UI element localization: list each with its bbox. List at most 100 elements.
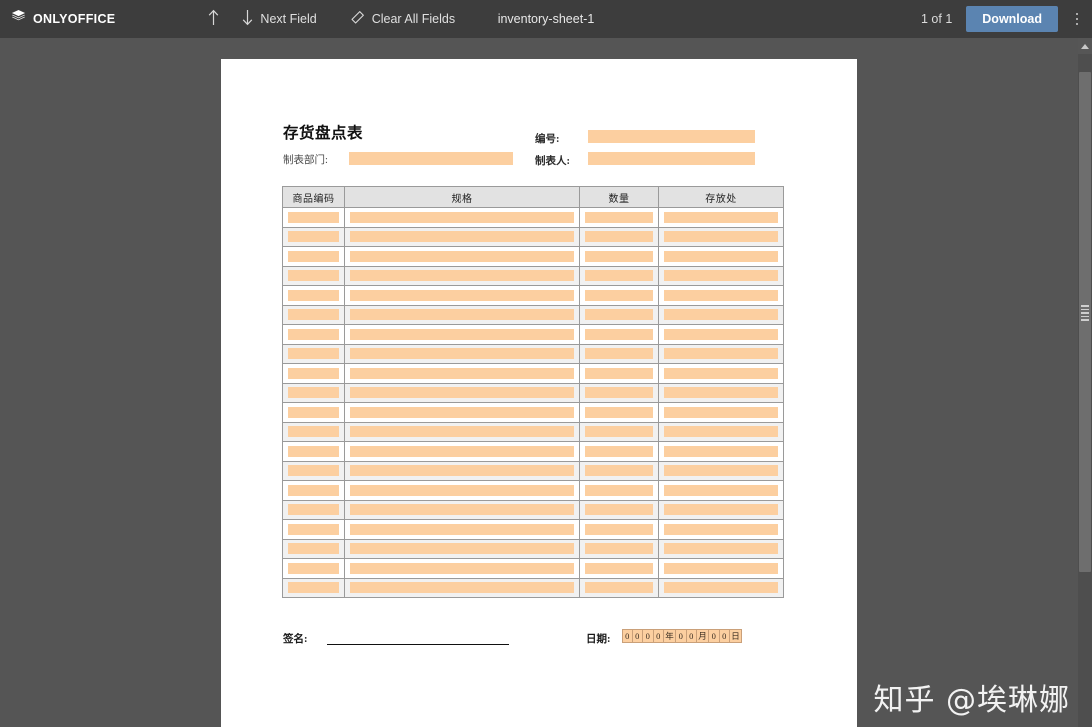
field-spec[interactable]	[350, 406, 574, 418]
field-code[interactable]	[288, 211, 339, 223]
dept-field[interactable]	[349, 152, 513, 165]
field-code[interactable]	[288, 465, 339, 477]
field-quantity[interactable]	[585, 406, 653, 418]
next-field-button[interactable]: Next Field	[234, 0, 323, 38]
date-digit-box[interactable]: 0	[653, 629, 664, 643]
field-code[interactable]	[288, 367, 339, 379]
vertical-scrollbar[interactable]	[1078, 38, 1092, 727]
field-quantity[interactable]	[585, 582, 653, 594]
field-spec[interactable]	[350, 445, 574, 457]
field-code[interactable]	[288, 582, 339, 594]
field-code[interactable]	[288, 348, 339, 360]
clear-all-fields-button[interactable]: Clear All Fields	[342, 0, 462, 38]
field-spec[interactable]	[350, 211, 574, 223]
field-location[interactable]	[664, 406, 778, 418]
field-location[interactable]	[664, 582, 778, 594]
field-spec[interactable]	[350, 426, 574, 438]
field-quantity[interactable]	[585, 348, 653, 360]
date-digit-box[interactable]: 0	[719, 629, 730, 643]
field-spec[interactable]	[350, 484, 574, 496]
field-location[interactable]	[664, 250, 778, 262]
field-location[interactable]	[664, 348, 778, 360]
field-location[interactable]	[664, 328, 778, 340]
field-quantity[interactable]	[585, 231, 653, 243]
field-code[interactable]	[288, 445, 339, 457]
field-spec[interactable]	[350, 289, 574, 301]
field-code[interactable]	[288, 406, 339, 418]
field-spec[interactable]	[350, 387, 574, 399]
field-quantity[interactable]	[585, 465, 653, 477]
field-location[interactable]	[664, 231, 778, 243]
field-location[interactable]	[664, 523, 778, 535]
field-code[interactable]	[288, 289, 339, 301]
scroll-up-arrow-icon[interactable]	[1078, 38, 1092, 54]
date-field[interactable]: 0000年00月00日	[622, 629, 742, 643]
date-digit-box[interactable]: 0	[686, 629, 697, 643]
field-code[interactable]	[288, 523, 339, 535]
download-button[interactable]: Download	[966, 6, 1058, 32]
maker-field[interactable]	[588, 152, 755, 165]
scrollbar-thumb[interactable]	[1079, 72, 1091, 572]
field-location[interactable]	[664, 445, 778, 457]
field-quantity[interactable]	[585, 387, 653, 399]
field-location[interactable]	[664, 504, 778, 516]
field-code[interactable]	[288, 231, 339, 243]
field-quantity[interactable]	[585, 211, 653, 223]
field-quantity[interactable]	[585, 445, 653, 457]
date-digit-box[interactable]: 0	[632, 629, 643, 643]
field-quantity[interactable]	[585, 543, 653, 555]
field-spec[interactable]	[350, 523, 574, 535]
date-digit-box[interactable]: 0	[643, 629, 654, 643]
field-quantity[interactable]	[585, 270, 653, 282]
scrollbar-track[interactable]	[1078, 54, 1092, 727]
field-location[interactable]	[664, 562, 778, 574]
field-spec[interactable]	[350, 543, 574, 555]
field-location[interactable]	[664, 465, 778, 477]
date-digit-box[interactable]: 0	[622, 629, 633, 643]
date-digit-box[interactable]: 0	[676, 629, 687, 643]
field-spec[interactable]	[350, 367, 574, 379]
field-code[interactable]	[288, 484, 339, 496]
field-code[interactable]	[288, 562, 339, 574]
field-spec[interactable]	[350, 231, 574, 243]
field-quantity[interactable]	[585, 504, 653, 516]
field-code[interactable]	[288, 426, 339, 438]
field-code[interactable]	[288, 309, 339, 321]
field-location[interactable]	[664, 211, 778, 223]
field-spec[interactable]	[350, 328, 574, 340]
field-quantity[interactable]	[585, 426, 653, 438]
field-quantity[interactable]	[585, 367, 653, 379]
onlyoffice-logo[interactable]: ONLYOFFICE	[11, 9, 115, 29]
field-spec[interactable]	[350, 504, 574, 516]
field-quantity[interactable]	[585, 309, 653, 321]
field-location[interactable]	[664, 367, 778, 379]
field-code[interactable]	[288, 543, 339, 555]
more-vertical-icon[interactable]	[1062, 0, 1092, 38]
field-location[interactable]	[664, 289, 778, 301]
field-spec[interactable]	[350, 309, 574, 321]
field-code[interactable]	[288, 270, 339, 282]
field-spec[interactable]	[350, 250, 574, 262]
field-location[interactable]	[664, 426, 778, 438]
field-quantity[interactable]	[585, 562, 653, 574]
field-quantity[interactable]	[585, 289, 653, 301]
date-digit-box[interactable]: 0	[709, 629, 720, 643]
field-location[interactable]	[664, 309, 778, 321]
field-location[interactable]	[664, 484, 778, 496]
field-quantity[interactable]	[585, 250, 653, 262]
field-quantity[interactable]	[585, 328, 653, 340]
field-spec[interactable]	[350, 562, 574, 574]
signature-line[interactable]	[327, 644, 509, 645]
number-field[interactable]	[588, 130, 755, 143]
field-quantity[interactable]	[585, 484, 653, 496]
field-code[interactable]	[288, 387, 339, 399]
field-quantity[interactable]	[585, 523, 653, 535]
field-spec[interactable]	[350, 348, 574, 360]
field-location[interactable]	[664, 270, 778, 282]
field-spec[interactable]	[350, 270, 574, 282]
document-viewer[interactable]: 存货盘点表 制表部门: 编号: 制表人: 商品编码 规格 数量 存放处 签名: …	[0, 38, 1078, 727]
field-code[interactable]	[288, 250, 339, 262]
field-location[interactable]	[664, 387, 778, 399]
field-location[interactable]	[664, 543, 778, 555]
field-code[interactable]	[288, 328, 339, 340]
